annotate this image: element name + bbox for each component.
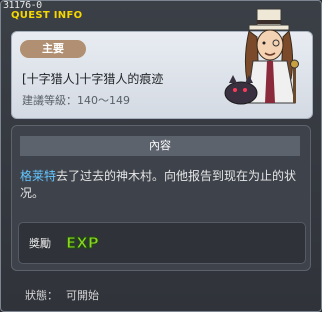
level-requirement: 建議等級：140～149 [22,94,130,107]
quest-type-badge: 主要 [20,40,86,58]
status-label: 狀態： [25,289,58,302]
npc-portrait-icon [224,8,299,105]
quest-info-window: 31176-0 QUEST INFO 主要 [十字猎人]十字猎人的痕迹 建議等級… [0,0,322,312]
npc-name-link[interactable]: 格莱特 [20,169,56,183]
exp-reward-icon[interactable]: EXP [65,232,100,253]
status-row: 狀態： 可開始 [25,287,99,303]
reward-panel: 獎勵 EXP [18,222,306,264]
quest-name: [十字猎人]十字猎人的痕迹 [22,72,164,86]
reward-label: 獎勵 [29,237,51,250]
quest-description-text: 去了过去的神木村。向他报告到现在为止的状况。 [20,169,297,200]
status-value: 可開始 [66,289,99,302]
exp-icon-text: EXP [66,234,99,252]
window-title: QUEST INFO [11,10,83,21]
quest-description: 格莱特去了过去的神木村。向他报告到现在为止的状况。 [20,168,304,202]
quest-content-panel: 內容 格莱特去了过去的神木村。向他报告到现在为止的状况。 獎勵 EXP [11,125,311,271]
content-header: 內容 [20,136,300,156]
